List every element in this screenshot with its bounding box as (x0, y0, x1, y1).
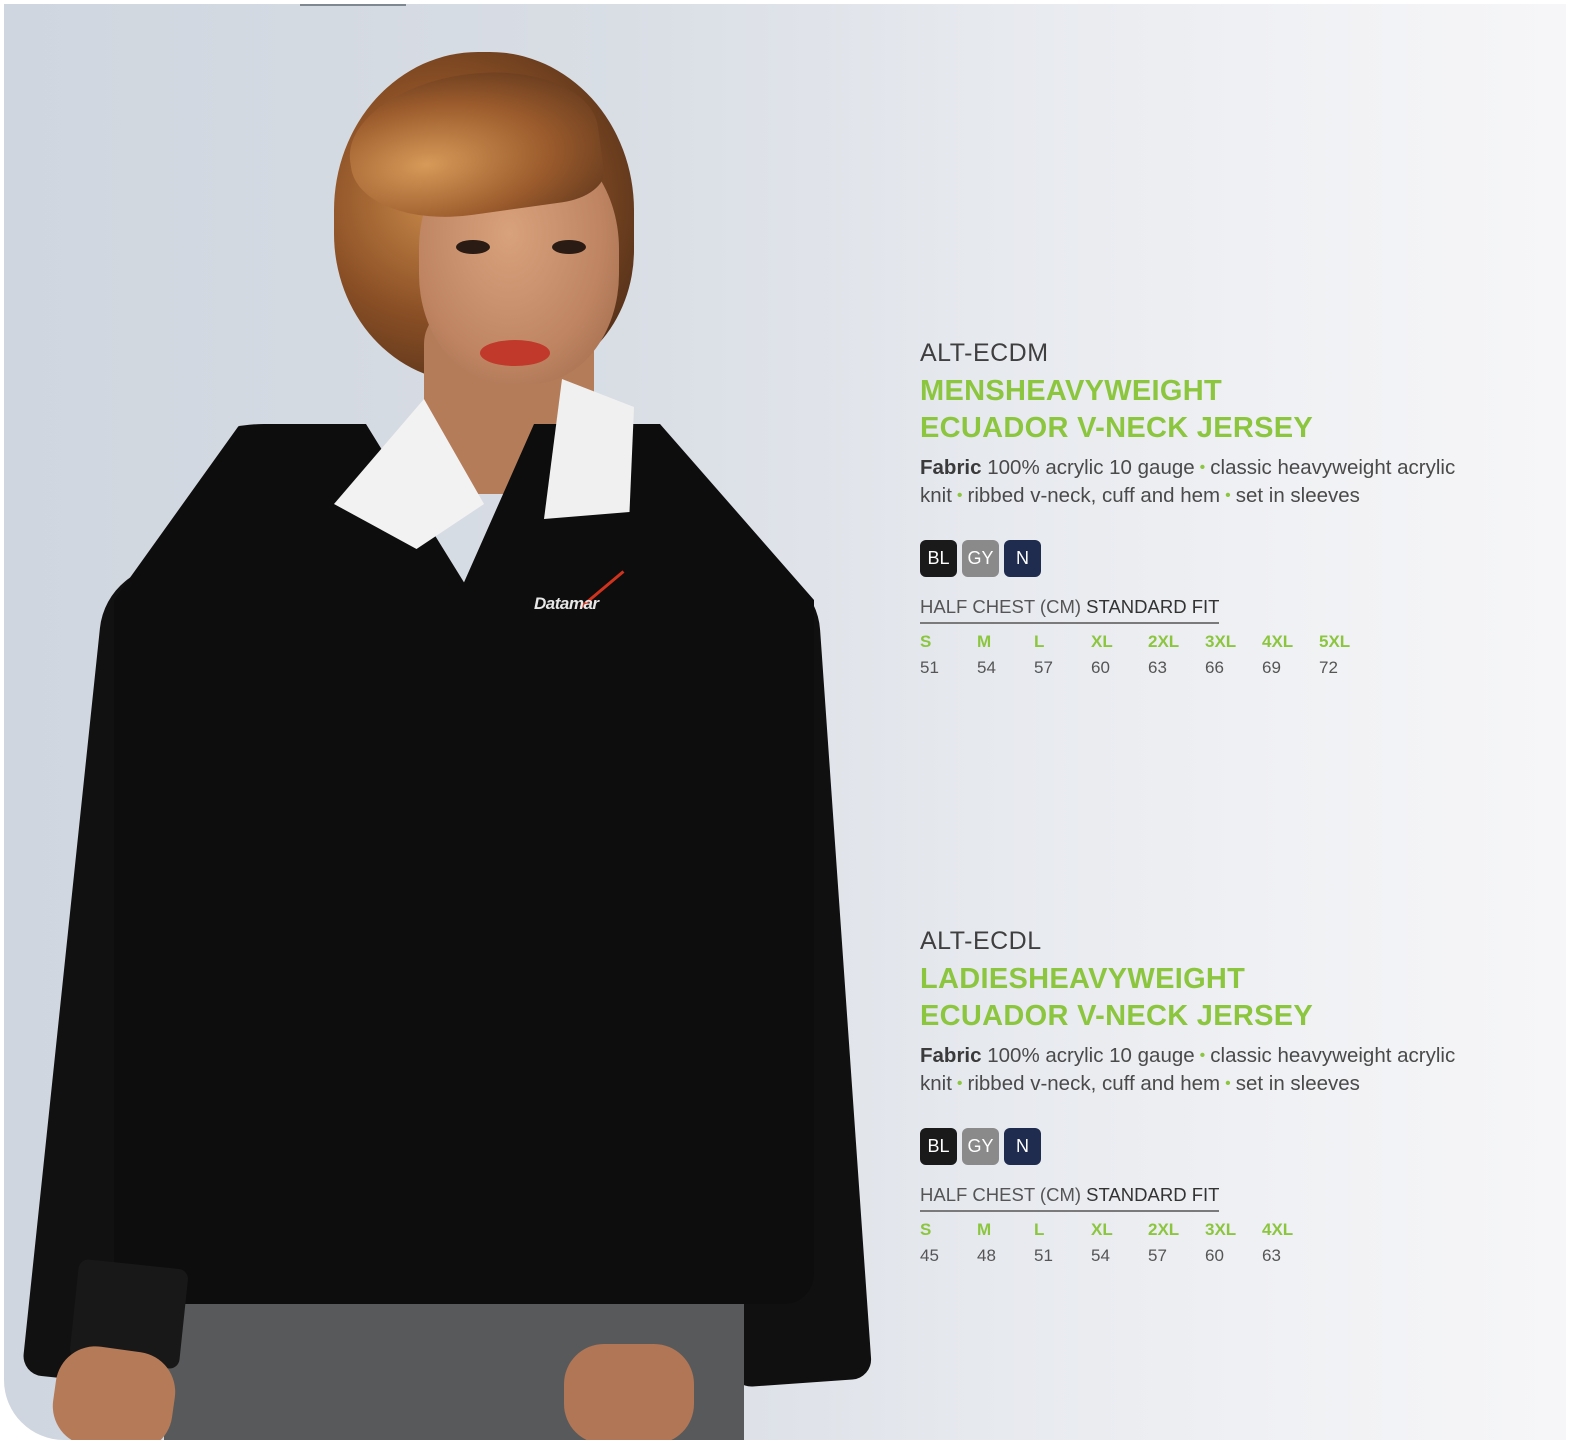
swatch-grey[interactable]: GY (962, 1128, 999, 1165)
fabric-detail: 100% acrylic 10 gauge (987, 1044, 1195, 1067)
v-neck-jersey (114, 424, 814, 1304)
size-column: M 54 (977, 632, 1034, 678)
size-value: 57 (1148, 1246, 1167, 1265)
fabric-detail: 100% acrylic 10 gauge (987, 456, 1195, 479)
size-column: XL 54 (1091, 1220, 1148, 1266)
size-label: 4XL (1262, 632, 1294, 651)
size-value: 51 (1034, 1246, 1053, 1265)
size-table: S 51 M 54 L 57 XL 60 2XL 63 3XL 66 4XL 69 5XL 72 (920, 632, 1540, 678)
size-column: 4XL 63 (1262, 1220, 1319, 1266)
size-heading-label: HALF CHEST (CM) (920, 596, 1082, 617)
model-photo: Datamar (4, 4, 884, 1440)
catalog-page: Datamar ALT-ECDM MENSHEAVYWEIGHT ECUADOR… (4, 4, 1566, 1440)
fabric-label: Fabric (920, 1044, 982, 1067)
size-label: S (920, 632, 932, 651)
size-column: L 57 (1034, 632, 1091, 678)
size-label: S (920, 1220, 932, 1239)
fabric-detail: set in sleeves (1235, 484, 1360, 507)
size-heading-label: HALF CHEST (CM) (920, 1184, 1082, 1205)
product-name-line1: LADIESHEAVYWEIGHT (920, 963, 1246, 995)
size-table: S 45 M 48 L 51 XL 54 2XL 57 3XL 60 4XL 63 (920, 1220, 1540, 1266)
fabric-detail: ribbed v-neck, cuff and hem (967, 484, 1221, 507)
swatch-black[interactable]: BL (920, 540, 957, 577)
size-label: L (1034, 1220, 1045, 1239)
bullet-icon: • (956, 487, 963, 504)
product-code: ALT-ECDL (920, 927, 1042, 955)
product-code: ALT-ECDM (920, 339, 1049, 367)
bullet-icon: • (1225, 1075, 1231, 1092)
size-label: 2XL (1148, 1220, 1180, 1239)
size-column: 2XL 57 (1148, 1220, 1205, 1266)
product-name-line2: ECUADOR V-NECK JERSEY (920, 1000, 1314, 1032)
size-column: 3XL 60 (1205, 1220, 1262, 1266)
size-label: L (1034, 632, 1045, 651)
size-value: 69 (1262, 658, 1281, 677)
size-value: 57 (1034, 658, 1053, 677)
size-column: L 51 (1034, 1220, 1091, 1266)
size-value: 60 (1091, 658, 1110, 677)
size-value: 63 (1148, 658, 1167, 677)
product-block-mens: ALT-ECDM MENSHEAVYWEIGHT ECUADOR V-NECK … (920, 339, 1540, 678)
size-value: 54 (977, 658, 996, 677)
size-label: M (977, 632, 992, 651)
size-value: 60 (1205, 1246, 1224, 1265)
size-column: M 48 (977, 1220, 1034, 1266)
right-eye (552, 240, 586, 254)
right-hand (564, 1344, 694, 1440)
colour-swatches: BL GY N (920, 540, 1540, 578)
size-label: XL (1091, 1220, 1113, 1239)
colour-swatches: BL GY N (920, 1128, 1540, 1166)
size-label: 5XL (1319, 632, 1351, 651)
fabric-detail: set in sleeves (1235, 1072, 1360, 1095)
size-label: 4XL (1262, 1220, 1294, 1239)
size-value: 54 (1091, 1246, 1110, 1265)
size-column: XL 60 (1091, 632, 1148, 678)
size-value: 63 (1262, 1246, 1281, 1265)
product-block-ladies: ALT-ECDL LADIESHEAVYWEIGHT ECUADOR V-NEC… (920, 927, 1540, 1266)
swatch-navy[interactable]: N (1004, 540, 1041, 577)
bullet-icon: • (1199, 459, 1206, 476)
size-column: 3XL 66 (1205, 632, 1262, 678)
size-column: S 45 (920, 1220, 977, 1266)
size-value: 51 (920, 658, 939, 677)
size-column: 4XL 69 (1262, 632, 1319, 678)
fabric-detail: ribbed v-neck, cuff and hem (967, 1072, 1221, 1095)
size-value: 66 (1205, 658, 1224, 677)
size-label: 3XL (1205, 632, 1237, 651)
size-column: 5XL 72 (1319, 632, 1376, 678)
embroidered-logo: Datamar (534, 594, 599, 613)
bullet-icon: • (1225, 487, 1231, 504)
product-name-line1: MENSHEAVYWEIGHT (920, 375, 1223, 407)
bullet-icon: • (1199, 1047, 1206, 1064)
size-value: 72 (1319, 658, 1338, 677)
size-column: S 51 (920, 632, 977, 678)
size-column: 2XL 63 (1148, 632, 1205, 678)
product-name-line2: ECUADOR V-NECK JERSEY (920, 412, 1314, 444)
swatch-grey[interactable]: GY (962, 540, 999, 577)
lips (480, 340, 550, 366)
product-description: Fabric 100% acrylic 10 gauge • classic hea… (920, 455, 1540, 511)
size-label: 3XL (1205, 1220, 1237, 1239)
fabric-label: Fabric (920, 456, 982, 479)
size-heading: HALF CHEST (CM) STANDARD FIT (920, 1184, 1220, 1212)
fit-label: STANDARD FIT (1086, 596, 1220, 617)
bullet-icon: • (956, 1075, 963, 1092)
size-label: 2XL (1148, 632, 1180, 651)
size-label: XL (1091, 632, 1113, 651)
size-value: 48 (977, 1246, 996, 1265)
size-label: M (977, 1220, 992, 1239)
product-description: Fabric 100% acrylic 10 gauge • classic hea… (920, 1043, 1540, 1099)
swatch-black[interactable]: BL (920, 1128, 957, 1165)
fit-label: STANDARD FIT (1086, 1184, 1220, 1205)
size-heading: HALF CHEST (CM) STANDARD FIT (920, 596, 1220, 624)
size-value: 45 (920, 1246, 939, 1265)
swatch-navy[interactable]: N (1004, 1128, 1041, 1165)
left-eye (456, 240, 490, 254)
